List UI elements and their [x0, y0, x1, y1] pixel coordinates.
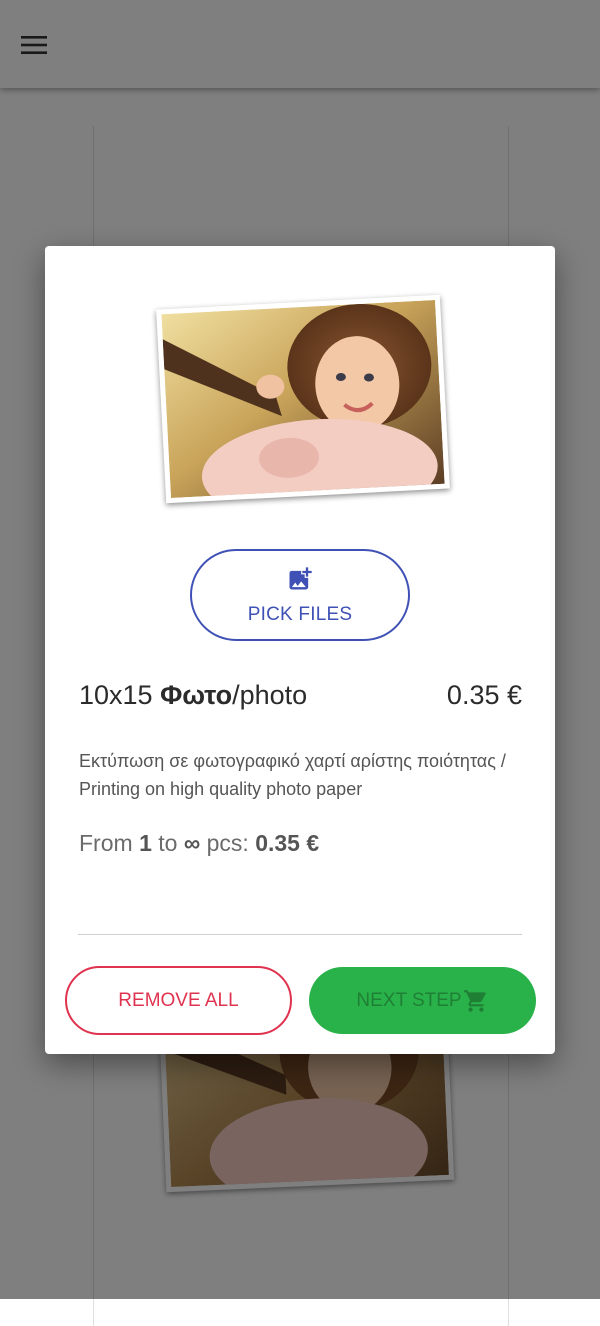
tier-from-value: 1	[139, 830, 152, 856]
shopping-cart-icon	[463, 988, 489, 1014]
product-size: 10x15	[79, 680, 153, 710]
remove-all-button[interactable]: REMOVE ALL	[65, 966, 292, 1035]
child-photo-preview	[161, 299, 445, 499]
product-name-suffix: /photo	[232, 680, 308, 710]
add-photo-icon	[286, 565, 314, 598]
divider	[78, 934, 522, 935]
tier-price: 0.35 €	[255, 830, 320, 856]
product-price: 0.35 €	[446, 680, 522, 710]
price-tier: From 1 to ∞ pcs: 0.35 €	[79, 830, 319, 857]
remove-all-label: REMOVE ALL	[118, 989, 239, 1011]
pick-files-button[interactable]: PICK FILES	[190, 549, 410, 641]
tier-unit-label: pcs:	[206, 830, 249, 856]
product-description: Εκτύπωση σε φωτογραφικό χαρτί αρίστης πο…	[79, 751, 506, 799]
next-step-button[interactable]: NEXT STEP	[309, 967, 536, 1034]
photo-preview-card	[156, 294, 450, 504]
product-title: 10x15 Φωτο/photo	[79, 680, 307, 711]
product-name-bold: Φωτο	[160, 680, 233, 710]
tier-to-value: ∞	[183, 830, 201, 856]
tier-from-label: From	[79, 830, 133, 856]
tier-to-label: to	[158, 830, 178, 856]
next-step-label: NEXT STEP	[356, 989, 462, 1011]
product-dialog: PICK FILES 10x15 Φωτο/photo 0.35 € Εκτύπ…	[45, 246, 555, 1054]
pick-files-label: PICK FILES	[247, 603, 353, 625]
